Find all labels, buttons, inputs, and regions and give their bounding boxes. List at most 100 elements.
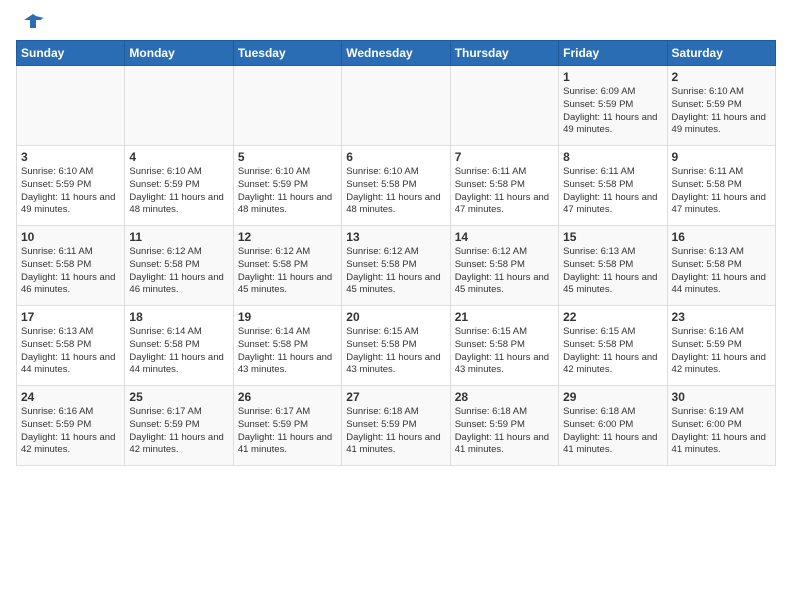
day-info: Sunrise: 6:12 AM Sunset: 5:58 PM Dayligh… (455, 246, 554, 297)
calendar-cell: 16 Sunrise: 6:13 AM Sunset: 5:58 PM Dayli… (667, 226, 775, 306)
day-info: Sunrise: 6:13 AM Sunset: 5:58 PM Dayligh… (672, 246, 771, 297)
day-info: Sunrise: 6:19 AM Sunset: 6:00 PM Dayligh… (672, 406, 771, 457)
calendar-cell: 22 Sunrise: 6:15 AM Sunset: 5:58 PM Dayli… (559, 306, 667, 386)
calendar-cell: 6 Sunrise: 6:10 AM Sunset: 5:58 PM Daylig… (342, 146, 450, 226)
day-info: Sunrise: 6:14 AM Sunset: 5:58 PM Dayligh… (129, 326, 228, 377)
calendar-week-row: 3 Sunrise: 6:10 AM Sunset: 5:59 PM Daylig… (17, 146, 776, 226)
day-number: 25 (129, 390, 228, 404)
day-number: 16 (672, 230, 771, 244)
day-info: Sunrise: 6:18 AM Sunset: 5:59 PM Dayligh… (346, 406, 445, 457)
day-number: 28 (455, 390, 554, 404)
day-info: Sunrise: 6:12 AM Sunset: 5:58 PM Dayligh… (238, 246, 337, 297)
day-number: 13 (346, 230, 445, 244)
day-info: Sunrise: 6:10 AM Sunset: 5:59 PM Dayligh… (238, 166, 337, 217)
day-number: 20 (346, 310, 445, 324)
day-number: 6 (346, 150, 445, 164)
calendar-cell: 29 Sunrise: 6:18 AM Sunset: 6:00 PM Dayli… (559, 386, 667, 466)
logo-bird-icon (22, 10, 44, 32)
weekday-header-sunday: Sunday (17, 41, 125, 66)
calendar-cell: 27Sunrise: 6:18 AM Sunset: 5:59 PM Dayli… (342, 386, 450, 466)
day-info: Sunrise: 6:09 AM Sunset: 5:59 PM Dayligh… (563, 86, 662, 137)
calendar-cell: 11Sunrise: 6:12 AM Sunset: 5:58 PM Dayli… (125, 226, 233, 306)
day-number: 1 (563, 70, 662, 84)
day-number: 17 (21, 310, 120, 324)
day-number: 7 (455, 150, 554, 164)
day-number: 12 (238, 230, 337, 244)
calendar-week-row: 10Sunrise: 6:11 AM Sunset: 5:58 PM Dayli… (17, 226, 776, 306)
calendar-cell (342, 66, 450, 146)
calendar: SundayMondayTuesdayWednesdayThursdayFrid… (0, 36, 792, 474)
day-number: 19 (238, 310, 337, 324)
calendar-cell: 18 Sunrise: 6:14 AM Sunset: 5:58 PM Dayli… (125, 306, 233, 386)
calendar-cell (233, 66, 341, 146)
day-info: Sunrise: 6:16 AM Sunset: 5:59 PM Dayligh… (672, 326, 771, 377)
day-info: Sunrise: 6:10 AM Sunset: 5:59 PM Dayligh… (672, 86, 771, 137)
day-info: Sunrise: 6:12 AM Sunset: 5:58 PM Dayligh… (129, 246, 228, 297)
logo (20, 12, 44, 32)
calendar-cell: 15 Sunrise: 6:13 AM Sunset: 5:58 PM Dayli… (559, 226, 667, 306)
calendar-cell: 30 Sunrise: 6:19 AM Sunset: 6:00 PM Dayli… (667, 386, 775, 466)
day-number: 22 (563, 310, 662, 324)
day-info: Sunrise: 6:10 AM Sunset: 5:58 PM Dayligh… (346, 166, 445, 217)
day-number: 5 (238, 150, 337, 164)
calendar-cell (125, 66, 233, 146)
calendar-cell: 28Sunrise: 6:18 AM Sunset: 5:59 PM Dayli… (450, 386, 558, 466)
day-number: 2 (672, 70, 771, 84)
calendar-cell: 25 Sunrise: 6:17 AM Sunset: 5:59 PM Dayli… (125, 386, 233, 466)
weekday-header-wednesday: Wednesday (342, 41, 450, 66)
weekday-header-monday: Monday (125, 41, 233, 66)
day-number: 18 (129, 310, 228, 324)
calendar-cell: 19 Sunrise: 6:14 AM Sunset: 5:58 PM Dayli… (233, 306, 341, 386)
calendar-cell: 8 Sunrise: 6:11 AM Sunset: 5:58 PM Daylig… (559, 146, 667, 226)
day-info: Sunrise: 6:13 AM Sunset: 5:58 PM Dayligh… (563, 246, 662, 297)
weekday-header-friday: Friday (559, 41, 667, 66)
calendar-cell: 5 Sunrise: 6:10 AM Sunset: 5:59 PM Daylig… (233, 146, 341, 226)
calendar-cell: 17 Sunrise: 6:13 AM Sunset: 5:58 PM Dayli… (17, 306, 125, 386)
calendar-cell: 24Sunrise: 6:16 AM Sunset: 5:59 PM Dayli… (17, 386, 125, 466)
day-info: Sunrise: 6:15 AM Sunset: 5:58 PM Dayligh… (563, 326, 662, 377)
day-number: 29 (563, 390, 662, 404)
day-number: 10 (21, 230, 120, 244)
day-number: 15 (563, 230, 662, 244)
day-number: 21 (455, 310, 554, 324)
day-number: 23 (672, 310, 771, 324)
day-info: Sunrise: 6:11 AM Sunset: 5:58 PM Dayligh… (672, 166, 771, 217)
day-info: Sunrise: 6:15 AM Sunset: 5:58 PM Dayligh… (455, 326, 554, 377)
day-info: Sunrise: 6:11 AM Sunset: 5:58 PM Dayligh… (563, 166, 662, 217)
calendar-cell: 9 Sunrise: 6:11 AM Sunset: 5:58 PM Daylig… (667, 146, 775, 226)
day-number: 24 (21, 390, 120, 404)
day-number: 9 (672, 150, 771, 164)
day-info: Sunrise: 6:13 AM Sunset: 5:58 PM Dayligh… (21, 326, 120, 377)
weekday-header-row: SundayMondayTuesdayWednesdayThursdayFrid… (17, 41, 776, 66)
calendar-cell: 4Sunrise: 6:10 AM Sunset: 5:59 PM Daylig… (125, 146, 233, 226)
calendar-table: SundayMondayTuesdayWednesdayThursdayFrid… (16, 40, 776, 466)
day-number: 3 (21, 150, 120, 164)
day-info: Sunrise: 6:10 AM Sunset: 5:59 PM Dayligh… (21, 166, 120, 217)
day-number: 8 (563, 150, 662, 164)
page-header (0, 0, 792, 36)
calendar-cell: 1 Sunrise: 6:09 AM Sunset: 5:59 PM Daylig… (559, 66, 667, 146)
calendar-cell: 23 Sunrise: 6:16 AM Sunset: 5:59 PM Dayli… (667, 306, 775, 386)
weekday-header-tuesday: Tuesday (233, 41, 341, 66)
calendar-cell: 10Sunrise: 6:11 AM Sunset: 5:58 PM Dayli… (17, 226, 125, 306)
day-number: 30 (672, 390, 771, 404)
day-info: Sunrise: 6:11 AM Sunset: 5:58 PM Dayligh… (455, 166, 554, 217)
day-info: Sunrise: 6:17 AM Sunset: 5:59 PM Dayligh… (238, 406, 337, 457)
day-number: 26 (238, 390, 337, 404)
calendar-cell: 20Sunrise: 6:15 AM Sunset: 5:58 PM Dayli… (342, 306, 450, 386)
calendar-week-row: 1 Sunrise: 6:09 AM Sunset: 5:59 PM Daylig… (17, 66, 776, 146)
day-info: Sunrise: 6:14 AM Sunset: 5:58 PM Dayligh… (238, 326, 337, 377)
calendar-cell (450, 66, 558, 146)
calendar-cell: 3 Sunrise: 6:10 AM Sunset: 5:59 PM Daylig… (17, 146, 125, 226)
calendar-cell: 26 Sunrise: 6:17 AM Sunset: 5:59 PM Dayli… (233, 386, 341, 466)
day-info: Sunrise: 6:12 AM Sunset: 5:58 PM Dayligh… (346, 246, 445, 297)
calendar-cell: 7 Sunrise: 6:11 AM Sunset: 5:58 PM Daylig… (450, 146, 558, 226)
weekday-header-thursday: Thursday (450, 41, 558, 66)
calendar-cell: 13 Sunrise: 6:12 AM Sunset: 5:58 PM Dayli… (342, 226, 450, 306)
calendar-cell: 21 Sunrise: 6:15 AM Sunset: 5:58 PM Dayli… (450, 306, 558, 386)
calendar-cell (17, 66, 125, 146)
day-info: Sunrise: 6:18 AM Sunset: 6:00 PM Dayligh… (563, 406, 662, 457)
calendar-week-row: 17 Sunrise: 6:13 AM Sunset: 5:58 PM Dayli… (17, 306, 776, 386)
day-info: Sunrise: 6:17 AM Sunset: 5:59 PM Dayligh… (129, 406, 228, 457)
day-number: 4 (129, 150, 228, 164)
